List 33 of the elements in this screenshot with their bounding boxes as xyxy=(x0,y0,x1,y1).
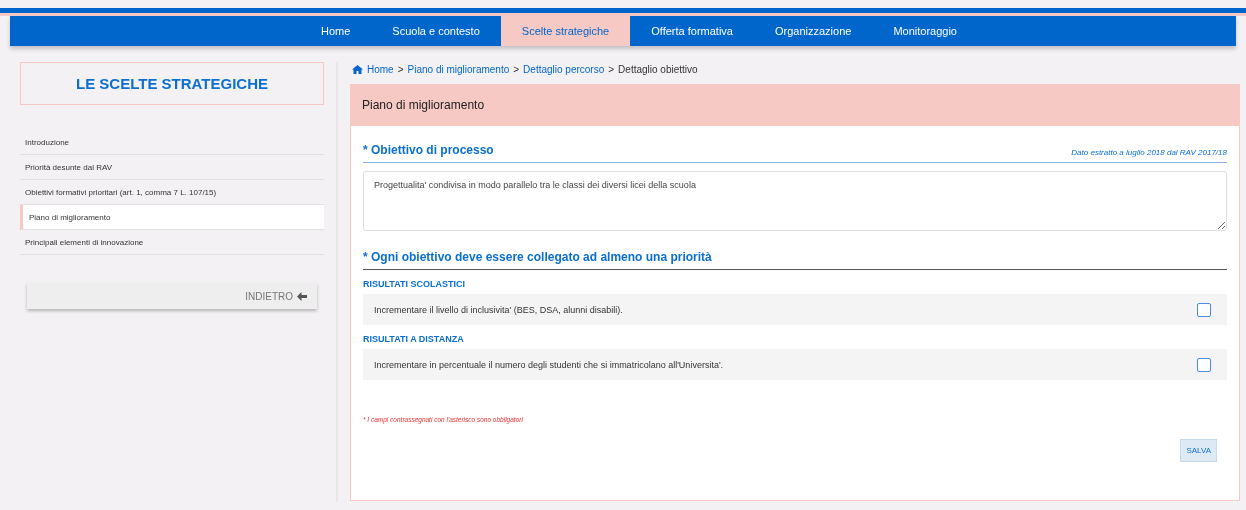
checkbox[interactable] xyxy=(1197,357,1211,372)
nav-tab[interactable]: Home xyxy=(300,16,372,46)
nav-tab[interactable]: Organizzazione xyxy=(753,16,873,46)
home-icon xyxy=(352,64,363,74)
panel-title: Piano di miglioramento xyxy=(351,85,1239,126)
breadcrumb-link[interactable]: Dettaglio percorso xyxy=(523,63,605,75)
section-heading: * Ogni obiettivo deve essere collegato ad almeno una priorità xyxy=(363,250,712,264)
nav-tab[interactable]: Scelte strategiche xyxy=(500,16,631,46)
current-page-label: Dettaglio obiettivo xyxy=(618,63,698,75)
breadcrumb-link[interactable]: Home xyxy=(367,63,394,75)
arrow-left-icon xyxy=(297,291,307,301)
priority-label: Incrementare il livello di inclusivita' (BES, DSA, alunni disabili). xyxy=(374,304,623,315)
sidebar-title: LE SCELTE STRATEGICHE xyxy=(20,62,324,105)
breadcrumb-link[interactable]: Piano di miglioramento xyxy=(407,63,510,75)
sidebar-item[interactable]: Piano di miglioramento xyxy=(20,205,324,230)
back-button[interactable]: INDIETRO xyxy=(27,283,317,309)
nav-tab[interactable]: Scuola e contesto xyxy=(371,16,501,46)
objective-text-area[interactable]: Progettualita' condivisa in modo parallelo tra le classi dei diversi licei della scuola xyxy=(363,171,1227,231)
group-title: RISULTATI A DISTANZA xyxy=(363,333,465,346)
breadcrumb-separator: > xyxy=(608,63,615,75)
checkbox[interactable] xyxy=(1197,302,1211,317)
source-note: Dato estratto a luglio 2018 dal RAV 2017/18 xyxy=(1071,148,1227,157)
sidebar-item[interactable]: Priorità desunte dal RAV xyxy=(20,155,324,180)
nav-tab[interactable]: Monitoraggio xyxy=(872,16,978,46)
sidebar-item[interactable]: Principali elementi di innovazione xyxy=(20,230,324,255)
section-heading: * Obiettivo di processo xyxy=(363,143,494,157)
priority-label: Incrementare in percentuale il numero degli studenti che si immatricolano all'Universita'. xyxy=(374,359,724,370)
save-button[interactable]: SALVA xyxy=(1180,439,1217,462)
sidebar-item[interactable]: Introduzione xyxy=(20,130,324,155)
breadcrumb-separator: > xyxy=(397,63,404,75)
breadcrumb-separator: > xyxy=(513,63,520,75)
nav-tab[interactable]: Offerta formativa xyxy=(630,16,754,46)
group-title: RISULTATI SCOLASTICI xyxy=(363,278,466,291)
